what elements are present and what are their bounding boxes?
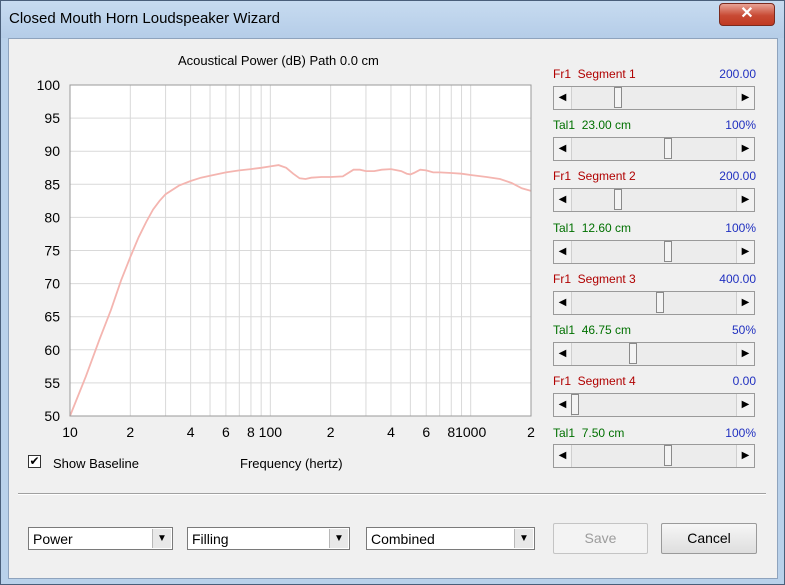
- separator: [18, 493, 766, 495]
- slider-thumb[interactable]: [629, 343, 638, 364]
- slider-thumb[interactable]: [656, 292, 665, 313]
- y-tick-label: 65: [44, 309, 60, 325]
- scroll-left-arrow-icon[interactable]: ◀: [554, 343, 572, 365]
- segment-4-value: 0.00: [732, 374, 756, 388]
- scroll-right-arrow-icon[interactable]: ▶: [736, 445, 754, 467]
- x-tick-label: 6: [422, 424, 430, 440]
- x-tick-label: 100: [259, 424, 283, 440]
- y-tick-label: 90: [44, 143, 60, 159]
- y-tick-label: 55: [44, 375, 60, 391]
- dropdown-arrow-icon[interactable]: ▼: [514, 529, 533, 548]
- scroll-right-arrow-icon[interactable]: ▶: [736, 394, 754, 416]
- segment-2-tal-slider[interactable]: ◀ ▶: [553, 240, 755, 264]
- cancel-button[interactable]: Cancel: [661, 523, 757, 554]
- y-tick-label: 95: [44, 110, 60, 126]
- scroll-right-arrow-icon[interactable]: ▶: [736, 241, 754, 263]
- x-axis-label: Frequency (hertz): [240, 456, 343, 471]
- tal-label: Tal1 7.50 cm: [553, 426, 625, 440]
- dropdown-arrow-icon[interactable]: ▼: [329, 529, 348, 548]
- segment-1-fr-slider[interactable]: ◀ ▶: [553, 86, 755, 110]
- x-tick-label: 10: [62, 424, 78, 440]
- output-select[interactable]: Combined ▼: [366, 527, 535, 550]
- slider-thumb[interactable]: [664, 138, 673, 159]
- x-tick-label: 6: [222, 424, 230, 440]
- scroll-left-arrow-icon[interactable]: ◀: [554, 394, 572, 416]
- segment-3-fr-slider[interactable]: ◀ ▶: [553, 291, 755, 315]
- output-select-value: Combined: [371, 531, 435, 547]
- y-tick-label: 50: [44, 408, 60, 424]
- save-button[interactable]: Save: [553, 523, 648, 554]
- tal-label: Tal1 23.00 cm: [553, 118, 632, 132]
- segment-4-fr-slider[interactable]: ◀ ▶: [553, 393, 755, 417]
- scroll-left-arrow-icon[interactable]: ◀: [554, 445, 572, 467]
- x-tick-label: 2: [527, 424, 535, 440]
- material-select-value: Filling: [192, 531, 229, 547]
- checkmark-icon: ✔: [29, 454, 40, 468]
- x-tick-label: 1000: [455, 424, 486, 440]
- y-tick-label: 80: [44, 209, 60, 225]
- mode-select-value: Power: [33, 531, 73, 547]
- material-select[interactable]: Filling ▼: [187, 527, 350, 550]
- scroll-left-arrow-icon[interactable]: ◀: [554, 189, 572, 211]
- y-tick-label: 85: [44, 176, 60, 192]
- y-tick-label: 75: [44, 243, 60, 259]
- slider-thumb[interactable]: [664, 445, 673, 466]
- y-tick-label: 100: [37, 77, 61, 93]
- scroll-right-arrow-icon[interactable]: ▶: [736, 138, 754, 160]
- mode-select[interactable]: Power ▼: [28, 527, 173, 550]
- fr-label: Fr1 Segment 2: [553, 169, 636, 183]
- dropdown-arrow-icon[interactable]: ▼: [152, 529, 171, 548]
- slider-thumb[interactable]: [613, 87, 622, 108]
- x-tick-label: 2: [126, 424, 134, 440]
- scroll-left-arrow-icon[interactable]: ◀: [554, 138, 572, 160]
- scroll-right-arrow-icon[interactable]: ▶: [736, 292, 754, 314]
- segment-2-fr-slider[interactable]: ◀ ▶: [553, 188, 755, 212]
- scroll-left-arrow-icon[interactable]: ◀: [554, 292, 572, 314]
- segment-3-tal-slider[interactable]: ◀ ▶: [553, 342, 755, 366]
- segment-2-percent: 100%: [725, 221, 756, 235]
- fr-label: Fr1 Segment 1: [553, 67, 636, 81]
- segment-2-value: 200.00: [719, 169, 756, 183]
- segment-3-value: 400.00: [719, 272, 756, 286]
- scroll-right-arrow-icon[interactable]: ▶: [736, 343, 754, 365]
- x-tick-label: 2: [327, 424, 335, 440]
- segment-3-percent: 50%: [731, 323, 756, 337]
- y-tick-label: 60: [44, 342, 60, 358]
- x-tick-label: 4: [387, 424, 395, 440]
- slider-thumb[interactable]: [664, 241, 673, 262]
- show-baseline-checkbox[interactable]: ✔: [28, 455, 41, 468]
- slider-thumb[interactable]: [613, 189, 622, 210]
- fr-label: Fr1 Segment 3: [553, 272, 636, 286]
- tal-label: Tal1 12.60 cm: [553, 221, 632, 235]
- tal-label: Tal1 46.75 cm: [553, 323, 632, 337]
- show-baseline-label[interactable]: Show Baseline: [53, 456, 139, 471]
- segment-1-tal-slider[interactable]: ◀ ▶: [553, 137, 755, 161]
- x-tick-label: 8: [247, 424, 255, 440]
- scroll-left-arrow-icon[interactable]: ◀: [554, 87, 572, 109]
- slider-thumb[interactable]: [571, 394, 579, 415]
- segment-1-value: 200.00: [719, 67, 756, 81]
- y-tick-label: 70: [44, 276, 60, 292]
- fr-label: Fr1 Segment 4: [553, 374, 636, 388]
- scroll-right-arrow-icon[interactable]: ▶: [736, 189, 754, 211]
- segment-4-percent: 100%: [725, 426, 756, 440]
- x-tick-label: 4: [187, 424, 195, 440]
- segment-4-tal-slider[interactable]: ◀ ▶: [553, 444, 755, 468]
- segment-1-percent: 100%: [725, 118, 756, 132]
- scroll-left-arrow-icon[interactable]: ◀: [554, 241, 572, 263]
- scroll-right-arrow-icon[interactable]: ▶: [736, 87, 754, 109]
